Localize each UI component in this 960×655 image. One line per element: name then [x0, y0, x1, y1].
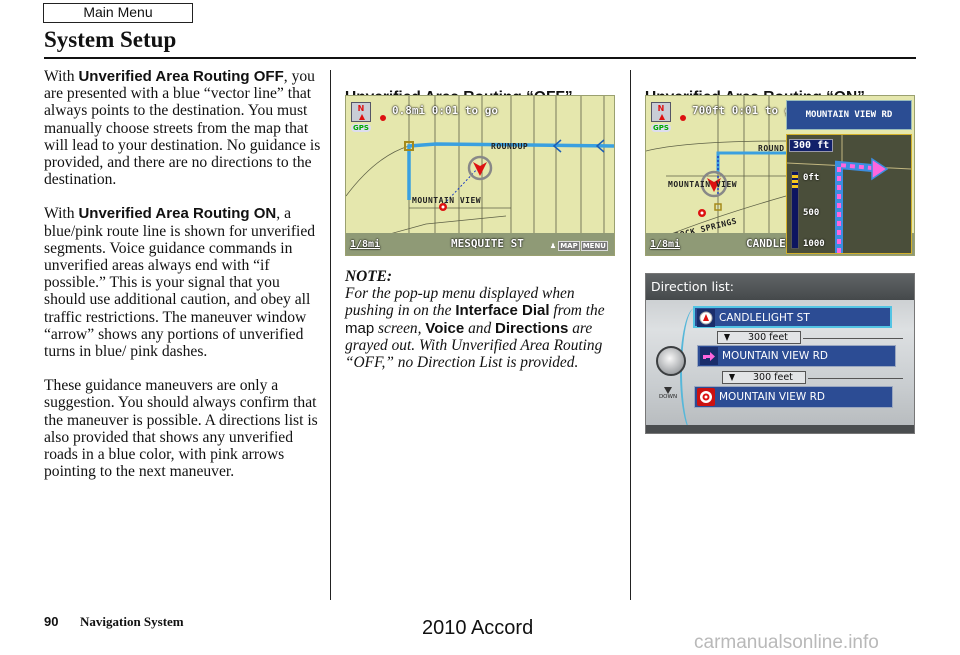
distance-to-go: 700ft 0:01 to go: [692, 104, 798, 117]
destination-icon: [697, 388, 715, 406]
direction-street: MOUNTAIN VIEW RD: [719, 391, 825, 403]
column-divider: [330, 70, 331, 600]
text: from the: [549, 302, 605, 320]
main-menu-button[interactable]: Main Menu: [43, 3, 193, 23]
direction-list-item[interactable]: MOUNTAIN VIEW RD: [694, 386, 893, 408]
current-street: MESQUITE ST: [451, 237, 524, 250]
scroll-down-button[interactable]: DOWN: [657, 387, 679, 400]
scale-label: 500: [803, 208, 820, 218]
divider: [808, 378, 903, 379]
map-menu-buttons: ♟MAPMENU: [548, 241, 608, 251]
model-label: 2010 Accord: [422, 617, 534, 639]
watermark: carmanualsonline.info: [694, 632, 879, 653]
footer-bar: [646, 425, 914, 433]
direction-list-item[interactable]: MOUNTAIN VIEW RD: [697, 345, 896, 367]
maneuver-arrow-icon: [787, 135, 911, 253]
term-routing-on: Unverified Area Routing ON: [78, 205, 277, 223]
text: , you are presented with a blue “vector …: [44, 68, 321, 189]
direction-distance: 300 feet: [717, 331, 801, 344]
street-label: MOUNTAIN VIEW: [668, 180, 738, 189]
map-screen-routing-on: N GPS 700ft 0:01 to go ROUND MOUNTAIN VI…: [645, 95, 915, 256]
term-map: map: [345, 319, 375, 337]
page-title: System Setup: [44, 27, 177, 52]
north-indicator-icon: N: [651, 102, 671, 122]
direction-street: MOUNTAIN VIEW RD: [722, 350, 828, 362]
distance-value: 300 feet: [748, 332, 788, 343]
interface-dial-icon[interactable]: [656, 346, 686, 376]
direction-street: CANDLELIGHT ST: [719, 312, 810, 324]
turn-right-icon: [700, 347, 718, 365]
page-number: 90: [44, 614, 59, 629]
down-triangle-icon: [729, 374, 735, 381]
north-label: N: [657, 104, 665, 113]
direction-distance: 300 feet: [722, 371, 806, 384]
text: and: [464, 319, 496, 337]
down-label: DOWN: [658, 394, 678, 400]
scale-label: 0ft: [803, 173, 820, 183]
note-label: NOTE:: [345, 268, 393, 285]
note: NOTE: For the pop-up menu displayed when…: [345, 268, 620, 371]
text: With: [44, 68, 79, 85]
distance-progress-bar: [791, 171, 799, 249]
scale-label: 1000: [803, 239, 825, 249]
maneuver-distance: 300 ft: [789, 139, 834, 152]
down-arrow-icon: [664, 387, 672, 394]
direction-list-title: Direction list:: [646, 274, 914, 300]
paragraph-guidance: These guidance maneuvers are only a sugg…: [44, 377, 318, 481]
direction-list-screen: Direction list: DOWN CANDLELIGHT ST 300 …: [645, 273, 915, 434]
current-position-icon: [697, 309, 715, 327]
left-column: With Unverified Area Routing OFF, you ar…: [44, 68, 324, 497]
divider: [803, 338, 903, 339]
map-scale: 1/8mi: [650, 239, 681, 250]
street-label: ROUND: [758, 144, 785, 153]
map-graphic: [346, 96, 614, 247]
term-directions: Directions: [495, 319, 569, 337]
distance-to-go: 0.8mi 0:01 to go: [392, 104, 498, 117]
title-divider: [44, 57, 916, 59]
term-routing-off: Unverified Area Routing OFF: [78, 68, 284, 85]
text: With: [44, 205, 79, 223]
paragraph-routing-off: With Unverified Area Routing OFF, you ar…: [44, 68, 324, 188]
down-triangle-icon: [724, 334, 730, 341]
map-button[interactable]: MAP: [558, 241, 580, 251]
maneuver-window: MOUNTAIN VIEW RD 300 ft 0ft 500 1000: [786, 100, 912, 255]
street-label: MOUNTAIN VIEW: [412, 196, 482, 205]
menu-button[interactable]: MENU: [580, 241, 608, 251]
joystick-icon: ♟: [549, 242, 557, 250]
text: , a blue/pink route line is shown for un…: [44, 205, 316, 361]
text: screen,: [374, 319, 426, 337]
term-voice: Voice: [425, 319, 465, 337]
maneuver-street: MOUNTAIN VIEW RD: [786, 100, 912, 130]
column-divider: [630, 70, 631, 600]
north-label: N: [357, 104, 365, 113]
maneuver-map: 300 ft 0ft 500 1000: [786, 134, 912, 254]
term-interface-dial: Interface Dial: [455, 302, 550, 320]
map-scale: 1/8mi: [350, 239, 381, 250]
distance-value: 300 feet: [753, 372, 793, 383]
north-indicator-icon: N: [351, 102, 371, 122]
gps-indicator: GPS: [651, 124, 671, 132]
gps-indicator: GPS: [351, 124, 371, 132]
paragraph-routing-on: With Unverified Area Routing ON, a blue/…: [44, 205, 324, 360]
map-screen-routing-off: N GPS 0.8mi 0:01 to go ROUNDUP MOUNTAIN …: [345, 95, 615, 256]
direction-list-item[interactable]: CANDLELIGHT ST: [693, 306, 892, 328]
street-label: ROUNDUP: [491, 142, 529, 151]
section-name: Navigation System: [80, 614, 184, 629]
